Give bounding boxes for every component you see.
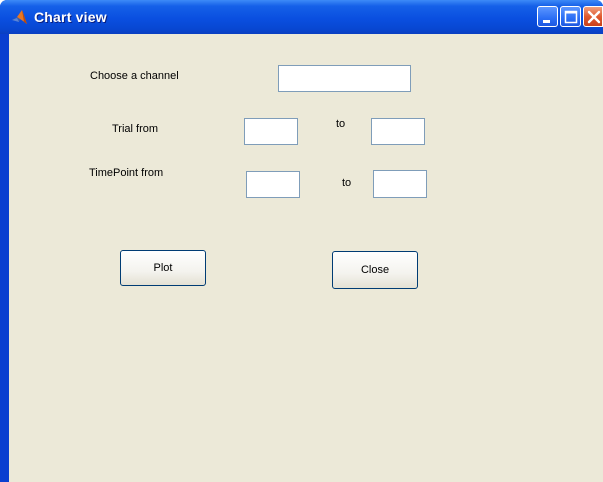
- window-title: Chart view: [34, 9, 107, 25]
- timepoint-from-label: TimePoint from: [89, 167, 164, 179]
- minimize-button[interactable]: [537, 6, 558, 27]
- chart-view-window: Chart view Choose a channel Trial from t…: [0, 0, 603, 482]
- close-icon: [587, 10, 601, 24]
- maximize-icon: [564, 10, 578, 24]
- channel-input[interactable]: [278, 65, 411, 92]
- dialog-body: Choose a channel Trial from to TimePoint…: [9, 34, 603, 482]
- close-window-button[interactable]: [583, 6, 603, 27]
- plot-button[interactable]: Plot: [120, 250, 206, 286]
- minimize-icon: [543, 20, 550, 23]
- title-bar[interactable]: Chart view: [0, 0, 603, 34]
- timepoint-to-label: to: [342, 177, 352, 189]
- matlab-icon[interactable]: [11, 9, 28, 26]
- timepoint-to-input[interactable]: [373, 170, 427, 198]
- trial-to-input[interactable]: [371, 118, 425, 145]
- channel-label: Choose a channel: [90, 70, 179, 82]
- timepoint-from-input[interactable]: [246, 171, 300, 198]
- trial-from-label: Trial from: [112, 123, 159, 135]
- trial-to-label: to: [336, 118, 346, 130]
- close-button[interactable]: Close: [332, 251, 418, 289]
- maximize-button[interactable]: [560, 6, 581, 27]
- trial-from-input[interactable]: [244, 118, 298, 145]
